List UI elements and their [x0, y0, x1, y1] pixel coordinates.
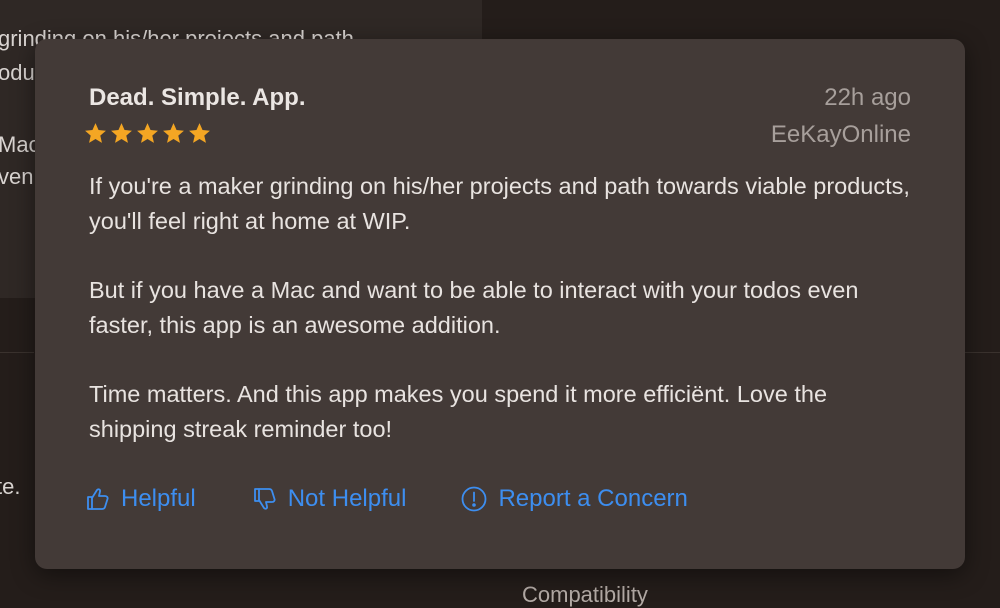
review-body: If you're a maker grinding on his/her pr… [89, 169, 919, 481]
star-icon [111, 123, 132, 143]
report-concern-label: Report a Concern [498, 485, 688, 512]
review-date: 22h ago [824, 84, 911, 111]
divider [0, 352, 34, 353]
not-helpful-label: Not Helpful [287, 485, 407, 512]
review-popover: Dead. Simple. App. 22h ago EeKayOnline I… [35, 39, 965, 569]
star-icon [163, 123, 184, 143]
review-paragraph: If you're a maker grinding on his/her pr… [89, 173, 910, 234]
review-paragraph: Time matters. And this app makes you spe… [89, 381, 828, 442]
background-text: Mac [0, 132, 40, 157]
background-text: ven [0, 164, 34, 189]
divider [965, 352, 1000, 353]
compatibility-heading: Compatibility [522, 582, 648, 607]
star-icon [85, 123, 106, 143]
review-title: Dead. Simple. App. [89, 84, 306, 111]
review-actions: Helpful Not Helpful Report a Concern [83, 485, 688, 513]
review-author: EeKayOnline [770, 121, 911, 148]
background-text: odu [0, 60, 35, 85]
star-icon [137, 123, 158, 143]
thumbs-up-icon [87, 488, 109, 510]
star-icon [189, 123, 210, 143]
thumbs-down-icon [253, 488, 276, 510]
background-text: te. [0, 474, 21, 499]
report-concern-button[interactable]: Report a Concern [460, 485, 688, 513]
exclamation-circle-icon [462, 486, 487, 512]
review-paragraph: But if you have a Mac and want to be abl… [89, 277, 859, 338]
not-helpful-button[interactable]: Not Helpful [250, 485, 407, 513]
helpful-label: Helpful [121, 485, 196, 512]
star-rating [83, 121, 212, 146]
helpful-button[interactable]: Helpful [83, 485, 196, 513]
